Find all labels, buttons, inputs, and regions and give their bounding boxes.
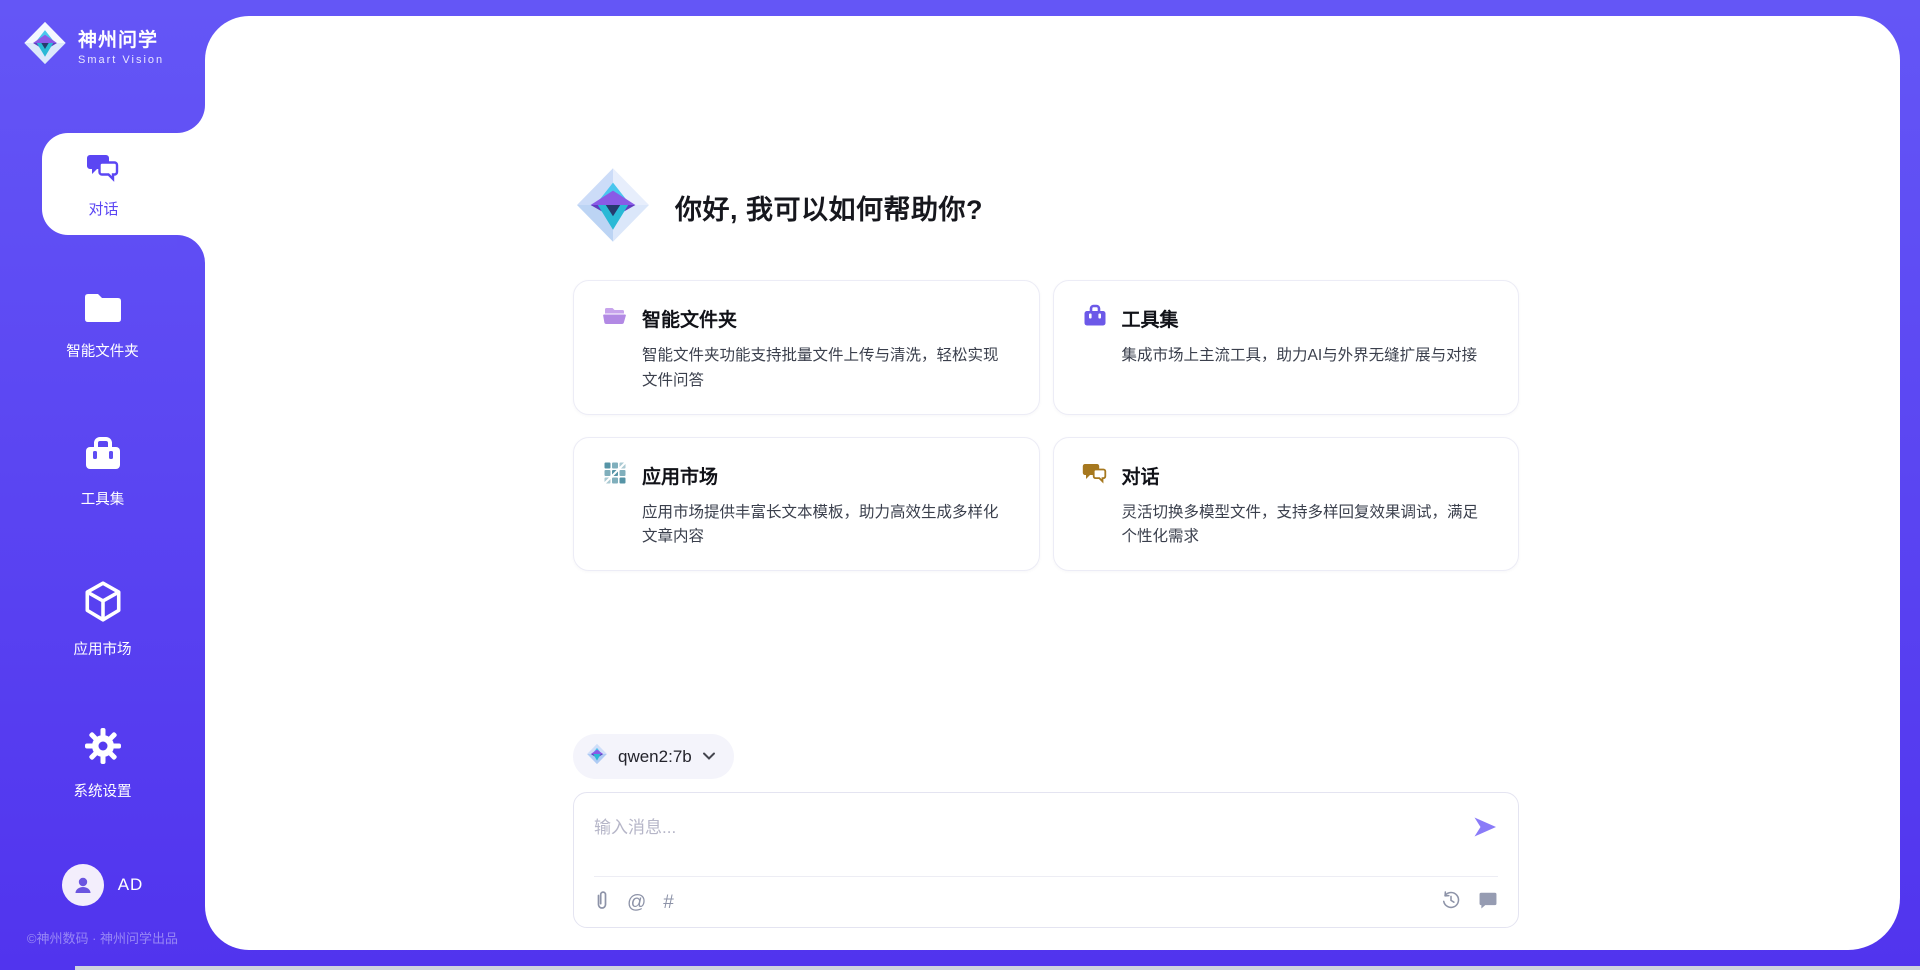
attach-file-button[interactable] [594,889,610,915]
card-description: 集成市场上主流工具，助力AI与外界无缝扩展与对接 [1122,344,1491,369]
greeting-title: 你好, 我可以如何帮助你? [675,188,983,227]
chat-icon [1082,460,1108,491]
sidebar-item-settings[interactable]: 系统设置 [0,726,205,801]
gear-icon [83,726,123,771]
main-surface: 你好, 我可以如何帮助你? 智能文件夹 智能文件夹功能支持批量文件上传与清洗，轻… [205,16,1900,950]
folder-icon [81,288,125,331]
card-title: 智能文件夹 [642,305,737,332]
app-window: 神州问学 Smart Vision 对话 智能文件夹 [0,0,1920,970]
card-description: 应用市场提供丰富长文本模板，助力高效生成多样化文章内容 [642,501,1011,551]
sidebar-item-label: 应用市场 [74,638,132,659]
card-toolset[interactable]: 工具集 集成市场上主流工具，助力AI与外界无缝扩展与对接 [1053,280,1520,415]
chat-square-icon [1478,890,1498,914]
mention-button[interactable]: @ [627,893,646,912]
greeting-row: 你好, 我可以如何帮助你? [573,165,1519,250]
main-content: 你好, 我可以如何帮助你? 智能文件夹 智能文件夹功能支持批量文件上传与清洗，轻… [573,16,1519,928]
paperclip-icon [594,889,610,915]
feature-cards: 智能文件夹 智能文件夹功能支持批量文件上传与清洗，轻松实现文件问答 [573,280,1519,571]
history-icon [1441,890,1461,914]
chat-icon [86,149,122,190]
brand-logo: 神州问学 Smart Vision [22,20,164,71]
card-description: 智能文件夹功能支持批量文件上传与清洗，轻松实现文件问答 [642,344,1011,394]
user-profile[interactable]: AD [0,864,205,906]
send-button[interactable] [1472,815,1498,842]
card-chat[interactable]: 对话 灵活切换多模型文件，支持多样回复效果调试，满足个性化需求 [1053,437,1520,572]
card-smart-folder[interactable]: 智能文件夹 智能文件夹功能支持批量文件上传与清洗，轻松实现文件问答 [573,280,1040,415]
card-head: 应用市场 [602,460,1011,491]
sidebar-item-chat[interactable]: 对话 [42,133,205,235]
sidebar-item-label: 对话 [88,198,118,219]
card-head: 智能文件夹 [602,303,1011,334]
sidebar-item-smart-folder[interactable]: 智能文件夹 [0,288,205,361]
assistant-logo-icon [573,165,653,250]
card-app-market[interactable]: 应用市场 应用市场提供丰富长文本模板，助力高效生成多样化文章内容 [573,437,1040,572]
model-selector[interactable]: qwen2:7b [573,734,734,779]
topic-button[interactable]: # [663,893,674,912]
card-head: 工具集 [1082,303,1491,334]
card-description: 灵活切换多模型文件，支持多样回复效果调试，满足个性化需求 [1122,501,1491,551]
sidebar-item-app-market[interactable]: 应用市场 [0,580,205,659]
composer-toolbar: @ # [594,876,1498,915]
sidebar-item-label: 系统设置 [74,780,132,801]
cube-icon [82,580,124,629]
user-initials: AD [118,875,144,895]
brand-text: 神州问学 Smart Vision [78,25,164,66]
message-input[interactable] [594,807,1472,863]
at-icon: @ [627,893,646,912]
horizontal-scrollbar[interactable] [75,966,1920,970]
hash-icon: # [663,893,674,912]
brand-subtitle: Smart Vision [78,54,164,66]
brand-diamond-icon [22,20,68,71]
card-title: 应用市场 [642,462,718,489]
brand-name: 神州问学 [78,25,164,52]
message-composer: @ # [573,792,1519,928]
folder-open-icon [602,303,628,334]
sidebar-item-toolset[interactable]: 工具集 [0,434,205,509]
sidebar: 神州问学 Smart Vision 对话 智能文件夹 [0,0,205,970]
card-head: 对话 [1082,460,1491,491]
composer-input-row [594,807,1498,876]
grid-icon [602,460,628,491]
history-button[interactable] [1441,890,1461,914]
copyright-text: ©神州数码 · 神州问学出品 [0,928,205,947]
model-name: qwen2:7b [618,747,692,767]
model-diamond-icon [586,743,608,770]
sidebar-item-label: 智能文件夹 [66,340,139,361]
avatar [62,864,104,906]
toolbox-icon [1082,303,1108,334]
toolbox-icon [82,434,124,479]
tab-curve-bottom [177,235,205,263]
conversation-button[interactable] [1478,890,1498,914]
card-title: 工具集 [1122,305,1179,332]
card-title: 对话 [1122,462,1160,489]
chevron-down-icon [702,748,716,766]
tab-curve-top [177,105,205,133]
sidebar-item-label: 工具集 [81,488,125,509]
